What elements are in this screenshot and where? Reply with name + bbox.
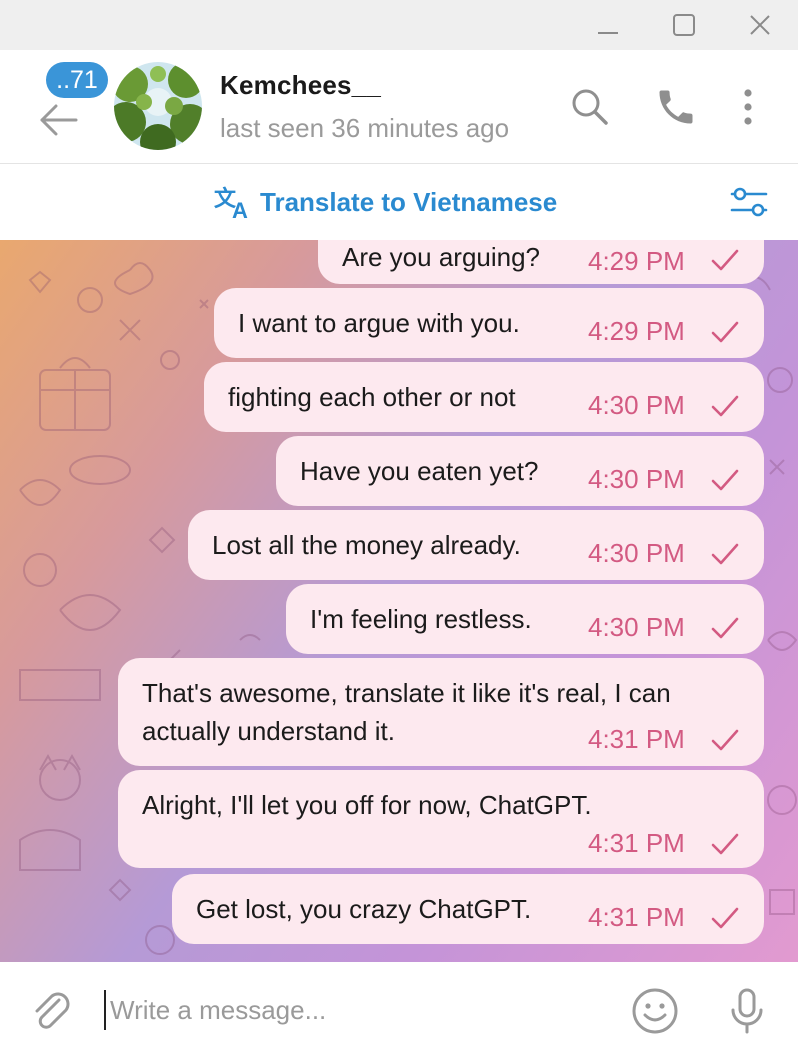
message-text: Are you arguing? <box>342 242 541 272</box>
minimize-icon <box>598 32 618 34</box>
translate-label: Translate to Vietnamese <box>260 186 558 217</box>
message-time: 4:31 PM <box>588 902 685 932</box>
phone-icon <box>659 90 693 124</box>
last-seen-status: last seen 36 minutes ago <box>220 113 510 143</box>
window-title-bar <box>0 0 798 50</box>
call-button[interactable] <box>654 85 698 129</box>
close-button[interactable] <box>740 8 780 42</box>
message-text: Lost all the money already. <box>212 530 521 560</box>
sent-check-icon <box>711 469 739 491</box>
microphone-icon <box>731 988 763 1034</box>
back-arrow-icon <box>40 104 78 136</box>
message-bubble[interactable]: fighting each other or not 4:30 PM <box>204 362 764 432</box>
message-time: 4:29 PM <box>588 316 685 346</box>
sent-check-icon <box>711 729 739 751</box>
sent-check-icon <box>711 907 739 929</box>
message-text: Alright, I'll let you off for now, ChatG… <box>142 790 592 820</box>
emoji-icon <box>632 988 678 1034</box>
message-bubble[interactable]: Are you arguing? 4:29 PM <box>318 240 764 284</box>
message-input[interactable] <box>108 986 612 1034</box>
message-text: I'm feeling restless. <box>310 604 532 634</box>
sent-check-icon <box>711 833 739 855</box>
message-time: 4:30 PM <box>588 538 685 568</box>
avatar-image <box>114 62 202 150</box>
message-text-line-2: actually understand it. <box>142 716 395 746</box>
sent-check-icon <box>711 543 739 565</box>
attach-icon <box>35 992 70 1029</box>
maximize-icon <box>673 14 695 36</box>
message-time: 4:31 PM <box>588 724 685 754</box>
message-time: 4:30 PM <box>588 612 685 642</box>
sent-check-icon <box>711 395 739 417</box>
voice-message-button[interactable] <box>722 986 772 1036</box>
message-list[interactable]: Are you arguing? 4:29 PM I want to argue… <box>0 240 798 962</box>
search-button[interactable] <box>568 85 612 129</box>
settings-sliders-icon <box>730 187 768 217</box>
message-bubble[interactable]: Lost all the money already. 4:30 PM <box>188 510 764 580</box>
contact-name[interactable]: Kemchees__ <box>220 70 381 101</box>
message-text-line-1: That's awesome, translate it like it's r… <box>142 678 671 708</box>
message-time: 4:30 PM <box>588 464 685 494</box>
sent-check-icon <box>711 249 739 271</box>
sent-check-icon <box>711 321 739 343</box>
message-bubble[interactable]: I want to argue with you. 4:29 PM <box>214 288 764 358</box>
message-bubble[interactable]: Get lost, you crazy ChatGPT. 4:31 PM <box>172 874 764 944</box>
message-text: Get lost, you crazy ChatGPT. <box>196 894 532 924</box>
translate-button[interactable]: 文 A Translate to Vietnamese <box>214 182 557 222</box>
attach-button[interactable] <box>26 986 76 1036</box>
message-bubble[interactable]: Have you eaten yet? 4:30 PM <box>276 436 764 506</box>
more-vertical-icon <box>744 89 752 125</box>
translate-icon: 文 A <box>214 186 248 220</box>
translate-bar: 文 A Translate to Vietnamese <box>0 164 798 240</box>
message-time: 4:31 PM <box>588 828 685 858</box>
sent-check-icon <box>711 617 739 639</box>
message-text: fighting each other or not <box>228 382 516 412</box>
message-text: Have you eaten yet? <box>300 456 539 486</box>
translate-settings-button[interactable] <box>728 184 770 220</box>
emoji-button[interactable] <box>630 986 680 1036</box>
message-bubble[interactable]: I'm feeling restless. 4:30 PM <box>286 584 764 654</box>
message-time: 4:29 PM <box>588 246 685 276</box>
message-bubble[interactable]: That's awesome, translate it like it's r… <box>118 658 764 766</box>
message-bubble[interactable]: Alright, I'll let you off for now, ChatG… <box>118 770 764 868</box>
unread-count-badge: ..71 <box>46 62 108 98</box>
maximize-button[interactable] <box>664 8 704 42</box>
search-icon <box>572 89 608 125</box>
chat-header: ..71 Kemchees__ last seen 36 minutes ago <box>0 50 798 164</box>
message-time: 4:30 PM <box>588 390 685 420</box>
close-icon <box>750 15 770 35</box>
text-cursor <box>104 990 106 1030</box>
message-text: I want to argue with you. <box>238 308 520 338</box>
more-options-button[interactable] <box>726 85 770 129</box>
message-composer <box>0 962 798 1058</box>
avatar[interactable] <box>114 62 202 150</box>
minimize-button[interactable] <box>588 8 628 42</box>
svg-text:A: A <box>232 198 248 220</box>
